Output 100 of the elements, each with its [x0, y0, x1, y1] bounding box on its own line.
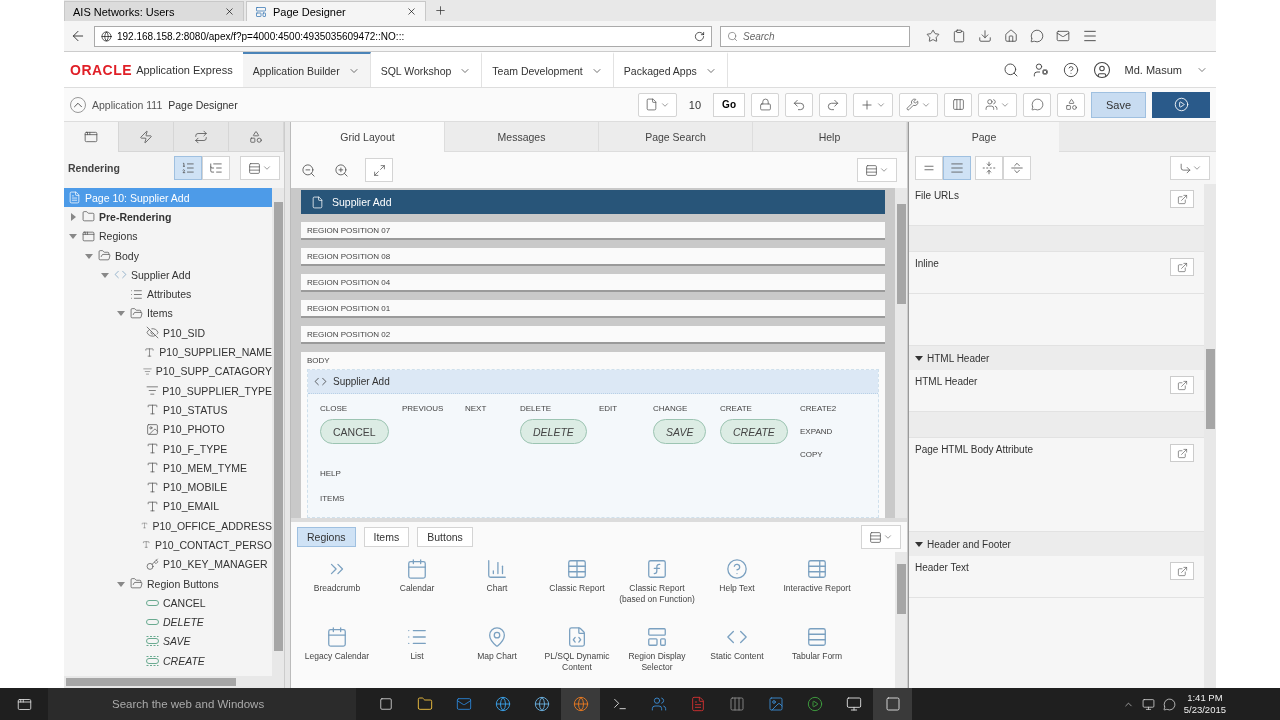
tree-node[interactable]: Attributes	[64, 284, 272, 304]
property-group-header[interactable]: Header and Footer	[909, 532, 1204, 556]
region-type[interactable]: Help Text	[719, 583, 755, 594]
tree-node[interactable]: SAVE	[64, 631, 272, 652]
region-type[interactable]: Classic Report	[549, 583, 605, 594]
scrollbar[interactable]	[895, 188, 907, 518]
create-button[interactable]	[853, 92, 893, 117]
address-field[interactable]: 192.168.158.2:8080/apex/f?p=4000:4500:4935035609472::NO:::	[94, 25, 712, 47]
region-position[interactable]: REGION POSITION 08	[301, 248, 885, 266]
open-editor-button[interactable]	[1170, 444, 1194, 462]
region-type[interactable]: Static Content	[710, 651, 764, 662]
property-group-header[interactable]: HTML Header	[909, 346, 1204, 370]
panel-tab[interactable]	[174, 122, 229, 152]
tree-node[interactable]: CREATE	[64, 651, 272, 671]
tree-node[interactable]: P10_F_TYPE	[64, 438, 272, 459]
menu-button[interactable]	[240, 156, 280, 180]
save-button[interactable]: Save	[1091, 91, 1146, 118]
menu-button[interactable]	[861, 525, 901, 549]
region-position[interactable]: REGION POSITION 01	[301, 300, 885, 318]
team-button[interactable]	[978, 92, 1017, 117]
open-editor-button[interactable]	[1170, 190, 1194, 208]
tree-node[interactable]: P10_CONTACT_PERSO	[64, 535, 272, 555]
tree-node[interactable]: Body	[64, 245, 272, 266]
open-editor-button[interactable]	[1170, 562, 1194, 580]
view-toggle[interactable]	[174, 156, 202, 180]
scrollbar[interactable]	[272, 188, 284, 676]
region-position[interactable]: REGION POSITION 04	[301, 274, 885, 292]
region-type[interactable]: Interactive Report	[783, 583, 851, 594]
region-position[interactable]: REGION POSITION 07	[301, 222, 885, 240]
scrollbar[interactable]	[1204, 184, 1216, 688]
tree-node[interactable]: Items	[64, 303, 272, 324]
tree-node[interactable]: Supplier Add	[64, 265, 272, 285]
taskbar-search-field[interactable]: Search the web and Windows	[48, 688, 356, 720]
tab[interactable]: Messages	[445, 122, 599, 152]
comments-button[interactable]	[1023, 92, 1051, 117]
tree-node[interactable]: Pre-Rendering	[64, 207, 272, 227]
redo-button[interactable]	[819, 92, 847, 117]
region-type[interactable]: PL/SQL Dynamic Content	[537, 651, 617, 673]
tab[interactable]: Buttons	[417, 527, 473, 547]
tree-node[interactable]: P10_PHOTO	[64, 419, 272, 439]
page-header-bar[interactable]: Supplier Add	[301, 190, 885, 214]
browser-tab[interactable]: AIS Networks: Users	[64, 1, 244, 21]
region-button[interactable]: SAVE	[653, 419, 707, 444]
tree-node[interactable]: P10_KEY_MANAGER	[64, 554, 272, 574]
region-type[interactable]: List	[410, 651, 424, 662]
view-toggle[interactable]	[943, 156, 971, 180]
browser-tab[interactable]: Page Designer	[246, 1, 426, 21]
region-button[interactable]: CREATE	[720, 419, 788, 444]
tree-node[interactable]: P10_SUPPLIER_TYPE	[64, 380, 272, 401]
expand-button[interactable]	[365, 158, 393, 182]
scrollbar[interactable]	[895, 552, 907, 688]
breadcrumb-link[interactable]: Application 111	[92, 98, 163, 111]
collapsed-caret-icon[interactable]	[69, 212, 77, 221]
tree-node[interactable]: P10_OFFICE_ADDRESS	[64, 516, 272, 536]
undo-button[interactable]	[785, 92, 813, 117]
region-type[interactable]: Map Chart	[477, 651, 517, 662]
utilities-button[interactable]	[899, 92, 938, 117]
search-field[interactable]: Search	[720, 25, 910, 47]
shared-components-button[interactable]	[944, 92, 972, 117]
region-type[interactable]: Chart	[486, 583, 508, 594]
open-editor-button[interactable]	[1170, 258, 1194, 276]
tab[interactable]: Help	[753, 122, 907, 152]
body-position[interactable]: BODY Supplier Add CLOSE CANCEL PREVIOUS NEXT DELETE DELETE EDIT CHANGE SAVE CREATE CREATE CREATE2 EXPAND COPY HELP ITEMS	[301, 352, 885, 518]
tree-node[interactable]: P10_MOBILE	[64, 477, 272, 497]
expand-button[interactable]	[1003, 156, 1031, 180]
tree-node[interactable]: DELETE	[64, 612, 272, 632]
taskbar-icon[interactable]	[873, 688, 912, 720]
tree-node[interactable]: Region Buttons	[64, 573, 272, 594]
tree-node[interactable]: P10_SUPP_CATAGORY	[64, 361, 272, 381]
tree-node[interactable]: P10_EMAIL	[64, 496, 272, 517]
user-name[interactable]: Md. Masum	[1124, 63, 1182, 76]
shapes-button[interactable]	[1057, 92, 1085, 117]
nav-tab[interactable]: Application Builder	[242, 52, 371, 87]
open-editor-button[interactable]	[1170, 376, 1194, 394]
taskbar-icon[interactable]	[561, 688, 600, 720]
scrollbar[interactable]	[64, 676, 284, 688]
run-button[interactable]	[1152, 91, 1210, 118]
tab[interactable]: Regions	[297, 527, 356, 547]
region-type[interactable]: Legacy Calendar	[304, 651, 370, 662]
tree-node[interactable]: Regions	[64, 226, 272, 246]
expanded-caret-icon[interactable]	[69, 232, 77, 241]
tree-node[interactable]: CANCEL	[64, 593, 272, 613]
go-to-button[interactable]	[1170, 156, 1210, 180]
region-position[interactable]: REGION POSITION 02	[301, 326, 885, 344]
region-type[interactable]: Classic Report (based on Function)	[617, 583, 697, 605]
region-type[interactable]: Region Display Selector	[617, 651, 697, 673]
tree-node[interactable]: P10_SUPPLIER_NAME	[64, 342, 272, 362]
tab[interactable]: Items	[363, 527, 410, 547]
expanded-caret-icon[interactable]	[117, 309, 125, 318]
view-toggle[interactable]	[202, 156, 230, 180]
expanded-caret-icon[interactable]	[101, 270, 109, 279]
lock-button[interactable]	[751, 92, 779, 117]
panel-tab[interactable]	[119, 122, 174, 152]
page-finder-button[interactable]	[637, 92, 677, 117]
panel-tab[interactable]	[229, 122, 284, 152]
region-type[interactable]: Breadcrumb	[313, 583, 361, 594]
tree-node[interactable]: P10_SID	[64, 323, 272, 343]
breadcrumb-link[interactable]: Page Designer	[168, 98, 238, 111]
view-toggle[interactable]	[915, 156, 943, 180]
tree-node[interactable]: P10_MEM_TYME	[64, 458, 272, 478]
